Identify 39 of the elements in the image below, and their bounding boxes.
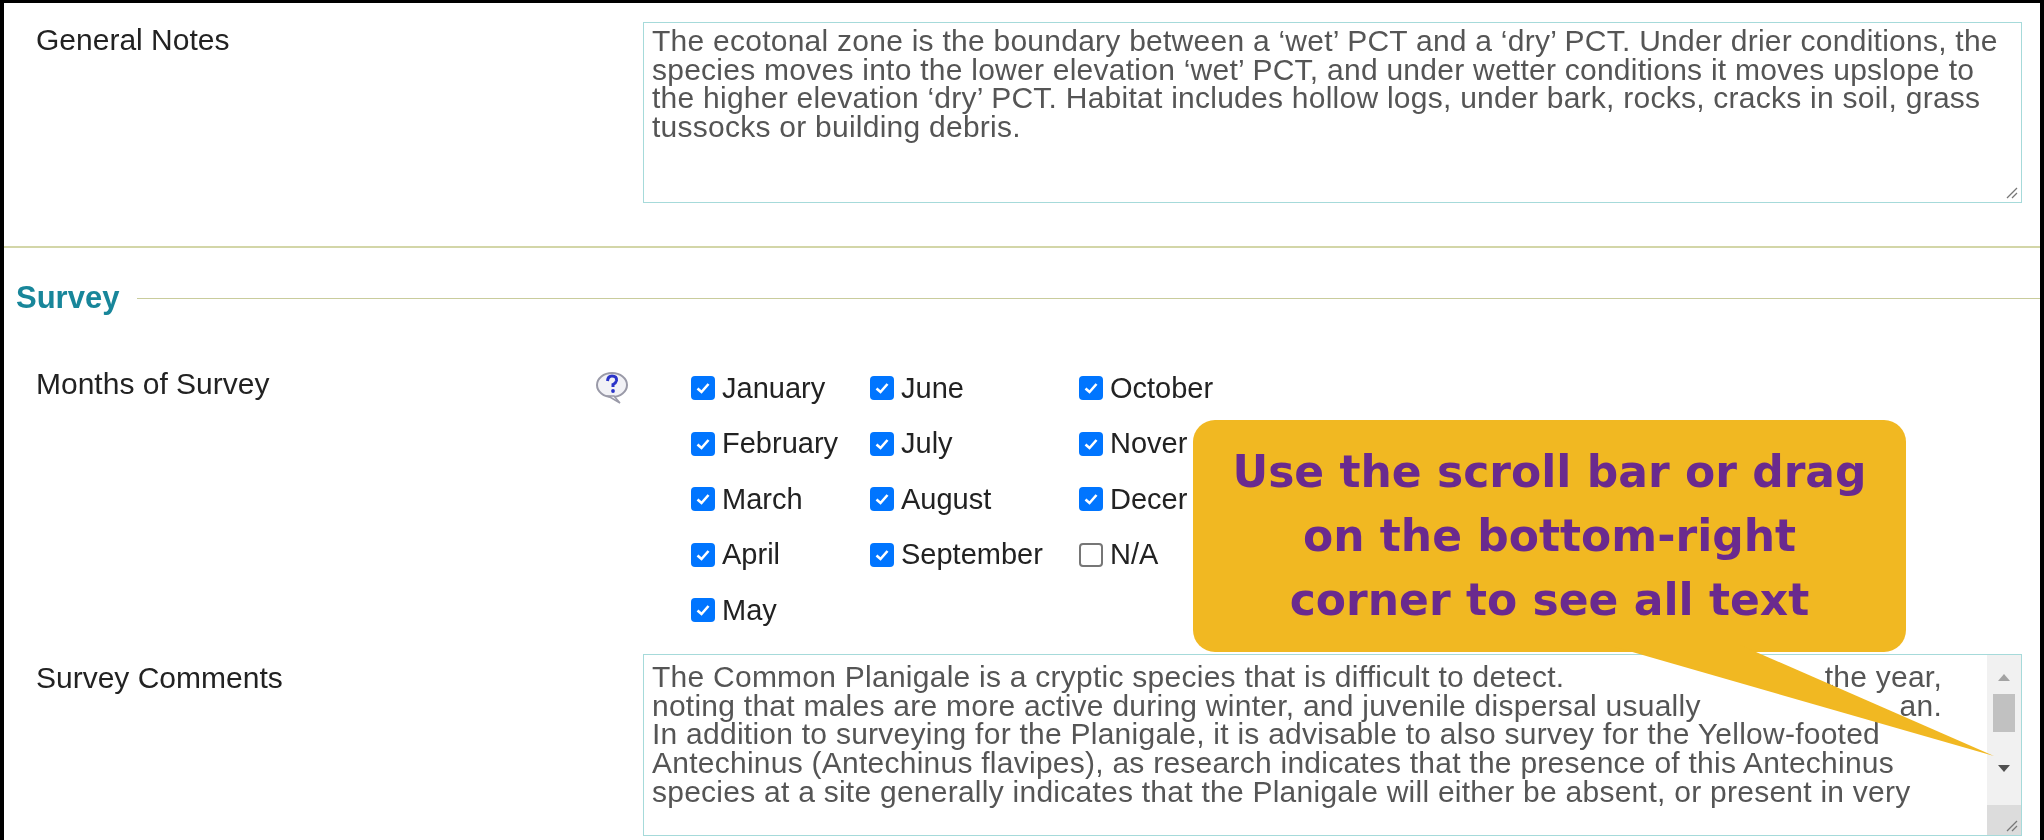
resize-grip-icon[interactable] <box>2004 185 2018 199</box>
month-option[interactable]: N/A <box>1079 527 1159 583</box>
month-option[interactable]: July <box>870 416 953 472</box>
checkbox[interactable] <box>691 376 715 401</box>
checkbox[interactable] <box>870 542 894 567</box>
field-label: Survey Comments <box>36 661 283 694</box>
scrollbar[interactable] <box>1987 655 2021 835</box>
month-option[interactable]: June <box>870 360 964 416</box>
checkbox[interactable] <box>870 431 894 456</box>
help-icon[interactable] <box>594 370 630 405</box>
month-option[interactable]: Decer <box>1079 471 1188 527</box>
scrollbar-corner <box>1987 805 2021 835</box>
checkbox[interactable] <box>691 487 715 512</box>
notes-text-area[interactable]: The ecotonal zone is the boundary between a ‘wet’ PCT and a ‘dry’ PCT. Under drier conditions, the species moves into the lower elevation ‘wet’ PCT, and under wetter conditions it moves upslope to the higher elevation ‘dry’ PCT. Habitat includes hollow logs, under bark, rocks, cracks in soil, grass tussocks or building debris. <box>643 22 2022 203</box>
month-option[interactable]: August <box>870 471 992 527</box>
month-option[interactable]: March <box>691 471 803 527</box>
month-option[interactable]: February <box>691 416 839 472</box>
section-heading: Survey <box>15 279 120 317</box>
field-label: Months of Survey <box>36 366 270 400</box>
checkbox[interactable] <box>870 376 894 401</box>
month-option[interactable]: April <box>691 527 780 583</box>
month-option[interactable]: September <box>870 527 1043 583</box>
checkbox[interactable] <box>1079 487 1103 512</box>
checkbox[interactable] <box>1079 376 1103 401</box>
month-option[interactable]: May <box>691 582 777 638</box>
month-option[interactable]: October <box>1079 360 1214 416</box>
scroll-down-icon[interactable] <box>1997 764 2011 773</box>
month-option[interactable]: Nover <box>1079 416 1188 472</box>
checkbox[interactable] <box>1079 542 1103 567</box>
checkbox[interactable] <box>691 598 715 623</box>
scroll-up-icon[interactable] <box>1997 673 2011 682</box>
checkbox[interactable] <box>870 487 894 512</box>
field-label: General Notes <box>36 23 230 56</box>
checkbox[interactable] <box>1079 431 1103 456</box>
checkbox[interactable] <box>691 431 715 456</box>
month-option[interactable]: January <box>691 360 826 416</box>
checkbox[interactable] <box>691 542 715 567</box>
resize-grip-icon[interactable] <box>2004 818 2018 832</box>
scrollbar-thumb[interactable] <box>1993 694 2015 732</box>
